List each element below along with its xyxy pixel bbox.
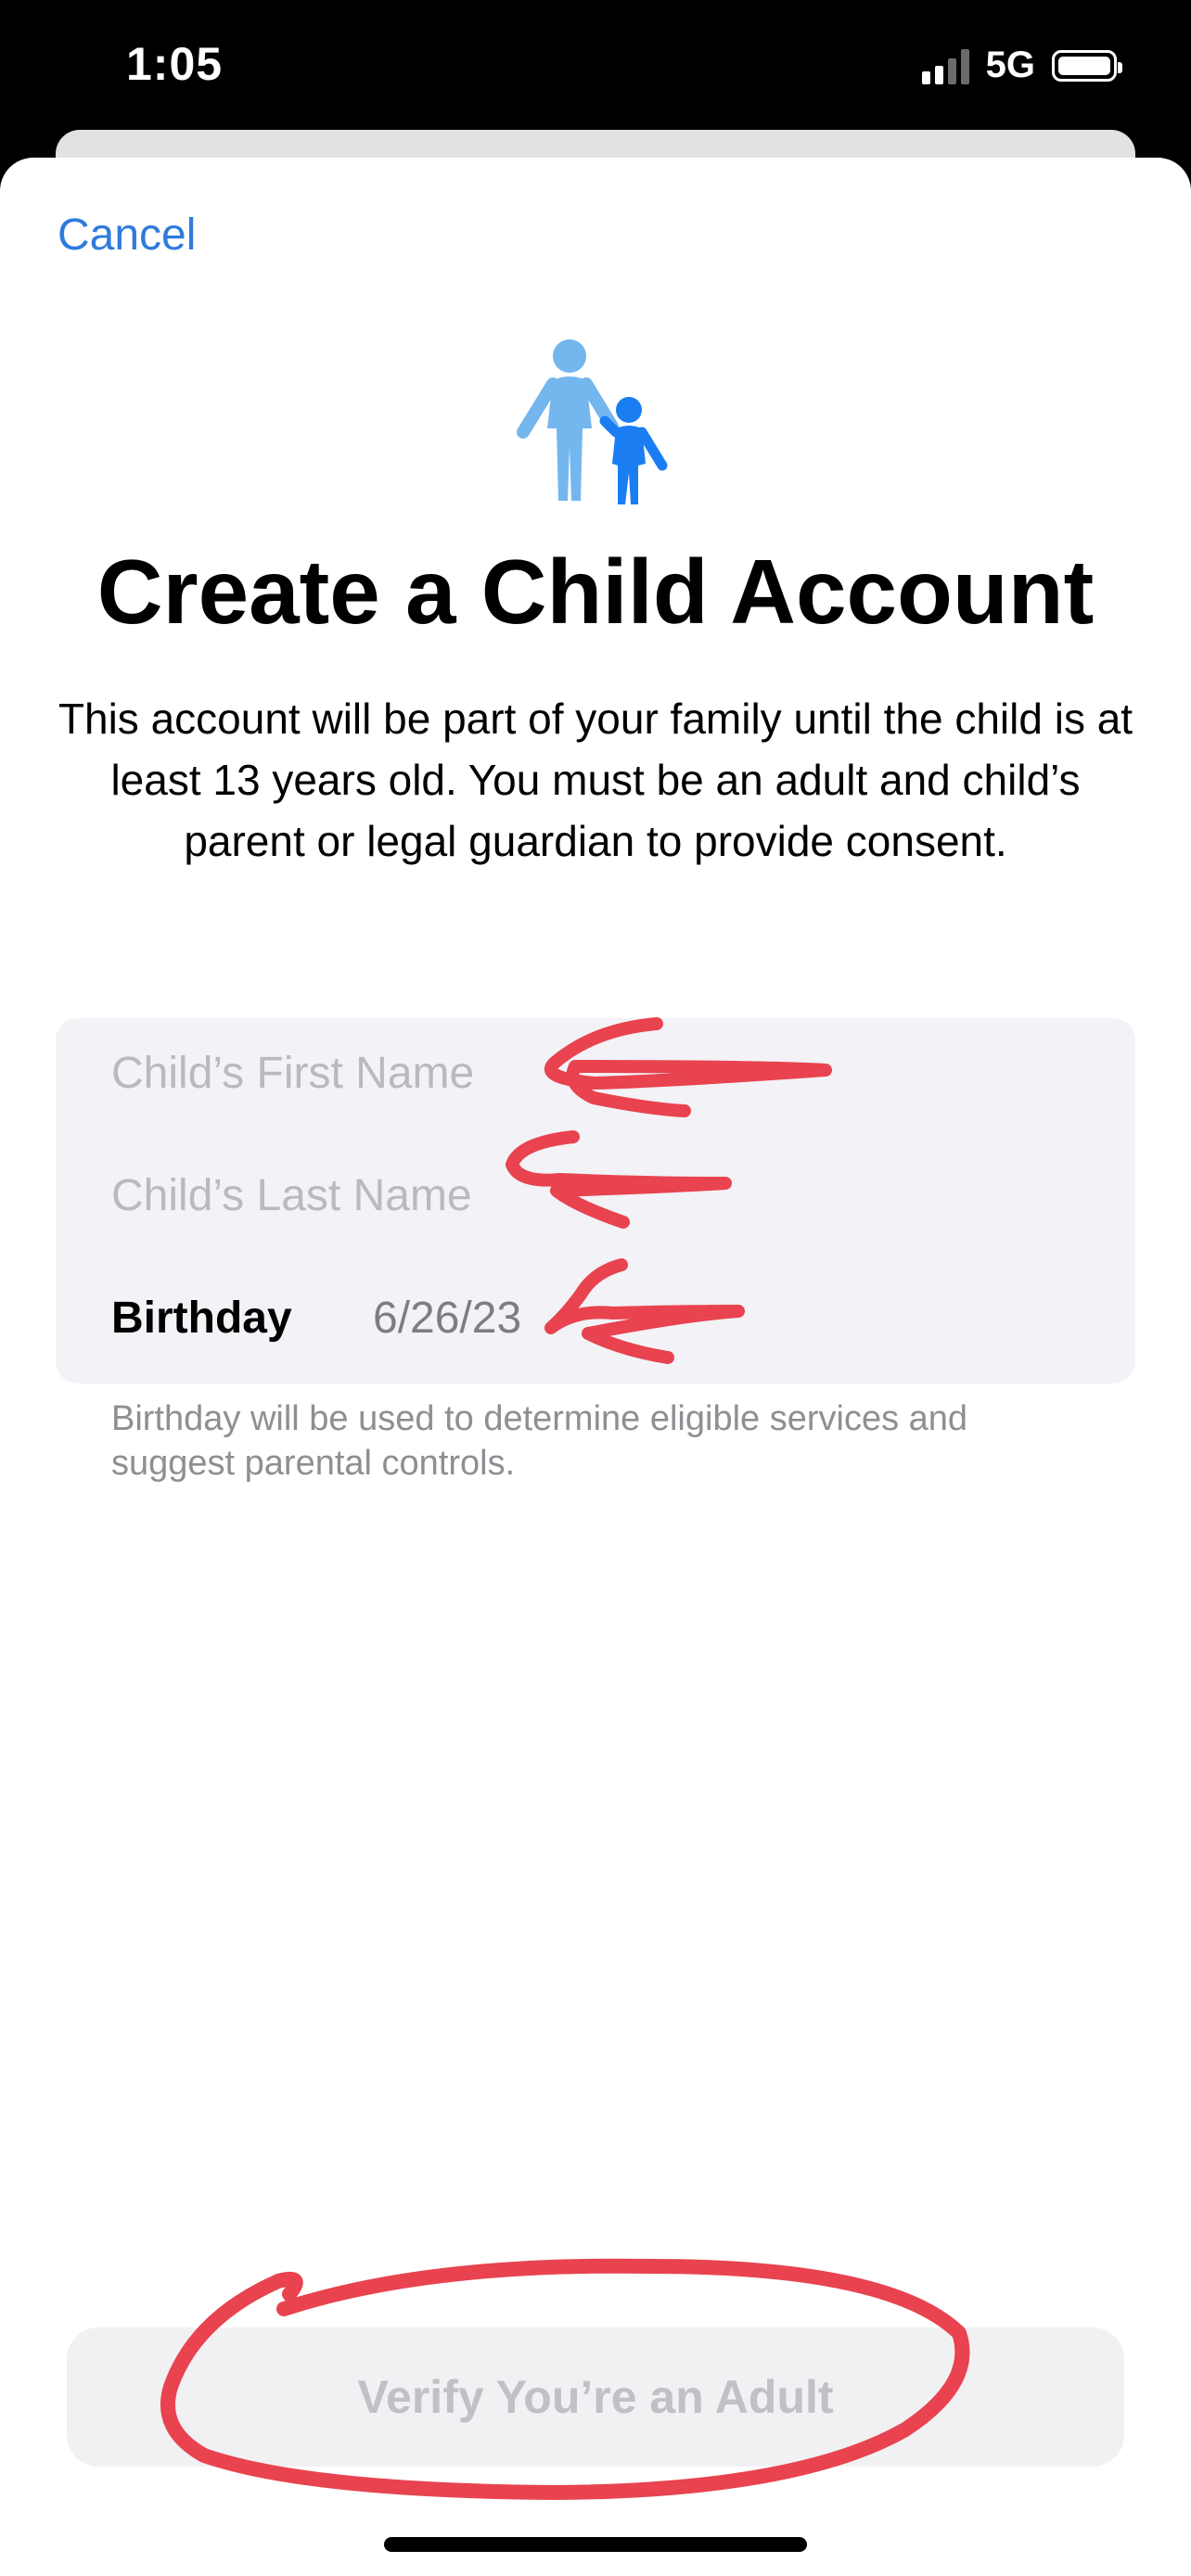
home-indicator	[384, 2537, 807, 2552]
page-title: Create a Child Account	[96, 541, 1095, 643]
child-info-form: Child’s First Name Child’s Last Name Bir…	[56, 1018, 1135, 1384]
status-indicators: 5G	[921, 45, 1122, 86]
cancel-button[interactable]: Cancel	[58, 210, 196, 261]
battery-icon	[1052, 49, 1122, 82]
page-description: This account will be part of your family…	[58, 695, 1133, 865]
birthday-footnote: Birthday will be used to determine eligi…	[111, 1399, 968, 1483]
status-bar: 1:05 5G	[0, 0, 1191, 139]
verify-adult-button[interactable]: Verify You’re an Adult	[67, 2327, 1124, 2467]
status-time: 1:05	[126, 38, 224, 90]
birthday-picker[interactable]: 6/26/23	[373, 1293, 521, 1344]
last-name-input[interactable]: Child’s Last Name	[111, 1170, 472, 1221]
signal-strength-icon	[921, 47, 969, 84]
verify-adult-label: Verify You’re an Adult	[357, 2371, 834, 2423]
birthday-label: Birthday	[111, 1294, 292, 1343]
network-type: 5G	[985, 45, 1035, 85]
first-name-input[interactable]: Child’s First Name	[111, 1048, 474, 1099]
family-people-icon	[517, 339, 668, 504]
